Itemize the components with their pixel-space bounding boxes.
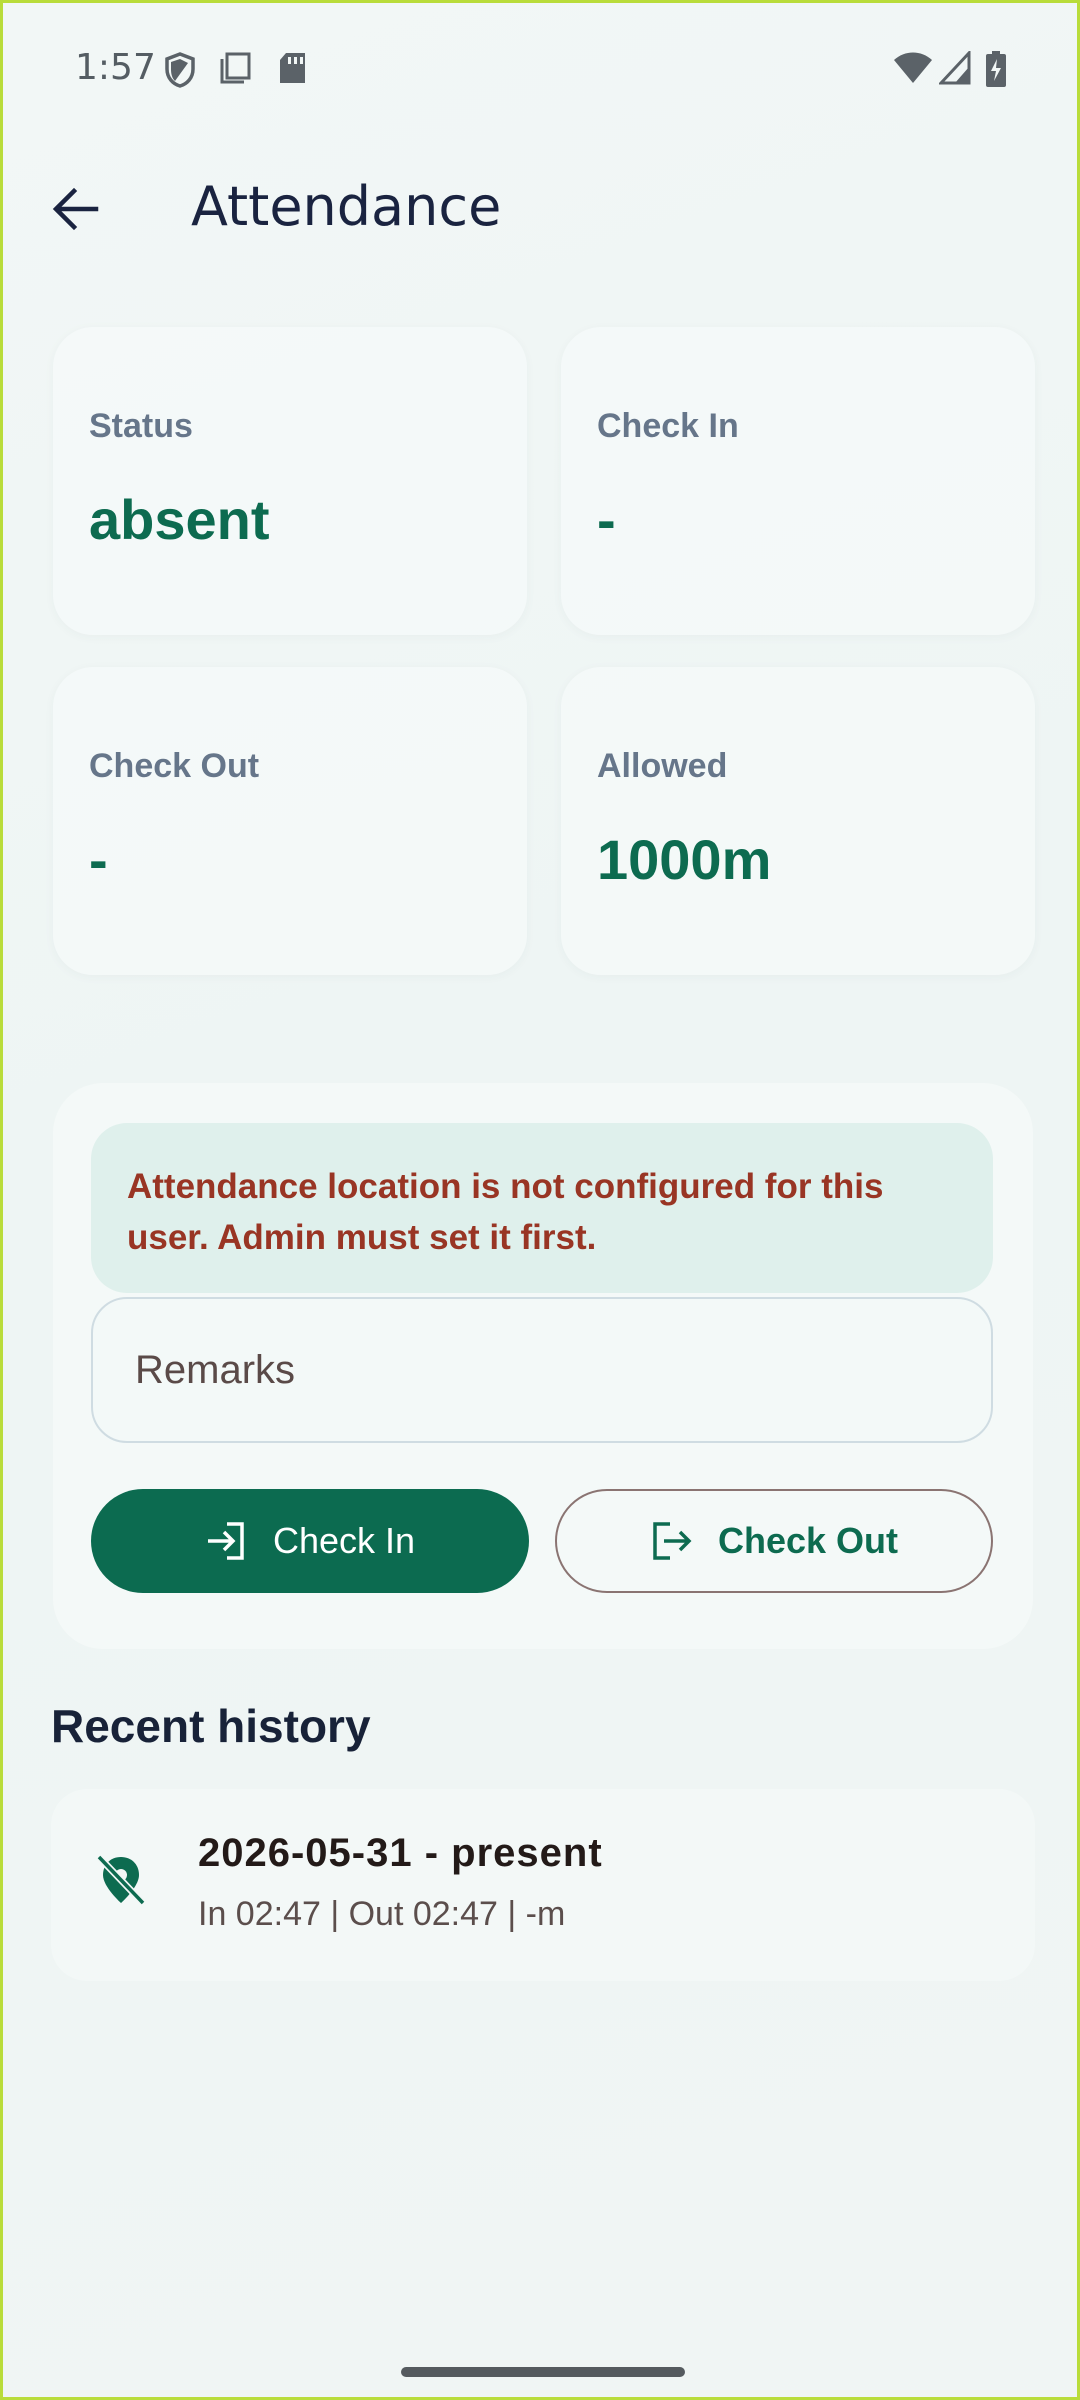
logout-icon [653, 1522, 692, 1560]
check-out-button[interactable]: Check Out [555, 1489, 993, 1593]
check-in-label: Check In [597, 407, 739, 445]
check-in-card: Check In - [561, 327, 1035, 635]
allowed-card: Allowed 1000m [561, 667, 1035, 975]
check-in-value: - [597, 488, 616, 551]
page-title: Attendance [191, 175, 502, 238]
app-bar: Attendance [3, 153, 1077, 263]
history-item-title: 2026-05-31 - present [198, 1831, 603, 1875]
status-bar: 1:57 [3, 3, 1077, 133]
check-in-button[interactable]: Check In [91, 1489, 529, 1593]
check-out-label: Check Out [89, 747, 260, 785]
history-item-subtitle: In 02:47 | Out 02:47 | -m [198, 1895, 566, 1933]
shield-icon [165, 52, 195, 88]
list-item[interactable]: 2026-05-31 - present In 02:47 | Out 02:4… [51, 1789, 1035, 1981]
location-off-icon [96, 1854, 146, 1906]
status-card: Status absent [53, 327, 527, 635]
attendance-action-panel: Attendance location is not configured fo… [53, 1083, 1033, 1649]
check-out-button-label: Check Out [717, 1520, 899, 1561]
arrow-back-icon [52, 187, 99, 231]
check-out-value: - [89, 828, 108, 891]
status-time: 1:57 [75, 47, 156, 88]
back-button[interactable] [31, 167, 121, 251]
signal-icon [939, 51, 971, 85]
sd-card-icon [280, 53, 305, 83]
login-icon [207, 1522, 244, 1560]
screen: 1:57 Attendance Status absent Check In -… [0, 0, 1080, 2400]
allowed-label: Allowed [597, 747, 728, 785]
home-indicator[interactable] [401, 2367, 685, 2377]
location-alert-text: Attendance location is not configured fo… [127, 1167, 884, 1257]
recent-history-title: Recent history [51, 1700, 371, 1752]
status-value: absent [89, 488, 270, 551]
clipboard-icon [220, 52, 251, 84]
location-alert: Attendance location is not configured fo… [91, 1123, 993, 1293]
check-in-button-label: Check In [272, 1520, 416, 1561]
wifi-icon [894, 52, 932, 83]
check-out-card: Check Out - [53, 667, 527, 975]
remarks-input[interactable] [91, 1297, 993, 1443]
status-label: Status [89, 407, 193, 445]
allowed-value: 1000m [597, 828, 772, 891]
battery-charging-icon [986, 51, 1006, 87]
